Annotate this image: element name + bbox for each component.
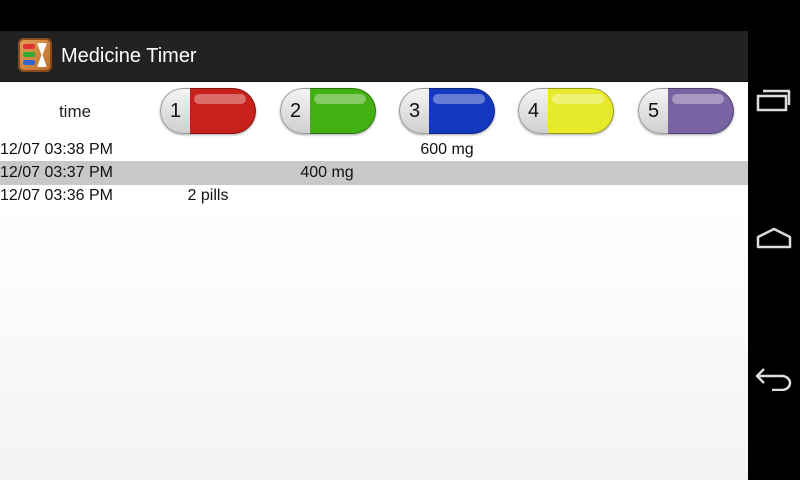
app-title: Medicine Timer <box>61 45 197 67</box>
main-content: time 1 2 3 4 5 12/07 03:38 PM 600 mg 1 2/… <box>0 82 748 480</box>
pill-button-1[interactable]: 1 <box>160 88 256 134</box>
entry-pill3-dose: 600 mg <box>420 141 474 158</box>
pill-5-number: 5 <box>648 100 660 122</box>
back-button[interactable] <box>748 352 800 404</box>
entry-time: 12/07 03:38 PM <box>0 141 113 158</box>
home-icon <box>756 227 792 249</box>
entry-pill1-dose: 2 pills <box>187 187 229 204</box>
entry-pill2-dose: 400 mg <box>300 164 354 181</box>
pill-button-5[interactable]: 5 <box>638 88 734 134</box>
pill-button-2[interactable]: 2 <box>280 88 376 134</box>
pill-4-number: 4 <box>528 100 540 122</box>
pill-header-row: time 1 2 3 4 5 <box>0 82 748 144</box>
app-icon[interactable] <box>18 38 52 72</box>
table-row[interactable]: 12/07 03:37 PM 400 mg <box>0 161 748 185</box>
pill-3-number: 3 <box>409 100 421 122</box>
action-bar: Medicine Timer <box>0 31 748 82</box>
entry-time: 12/07 03:37 PM <box>0 164 113 181</box>
time-column-label: time <box>58 102 92 121</box>
pill-2-number: 2 <box>290 100 302 122</box>
navigation-bar <box>748 0 800 480</box>
status-bar <box>0 0 748 31</box>
back-arrow-icon <box>755 368 792 391</box>
home-button[interactable] <box>748 212 800 264</box>
recent-apps-icon <box>756 89 791 112</box>
recent-apps-button[interactable] <box>748 74 800 126</box>
pill-button-3[interactable]: 3 <box>399 88 495 134</box>
pill-1-number: 1 <box>170 100 182 122</box>
table-row[interactable]: 12/07 03:36 PM 2 pills <box>0 184 748 208</box>
pill-button-4[interactable]: 4 <box>518 88 614 134</box>
table-row[interactable]: 12/07 03:38 PM 600 mg <box>0 138 748 162</box>
entry-time: 12/07 03:36 PM <box>0 187 113 204</box>
